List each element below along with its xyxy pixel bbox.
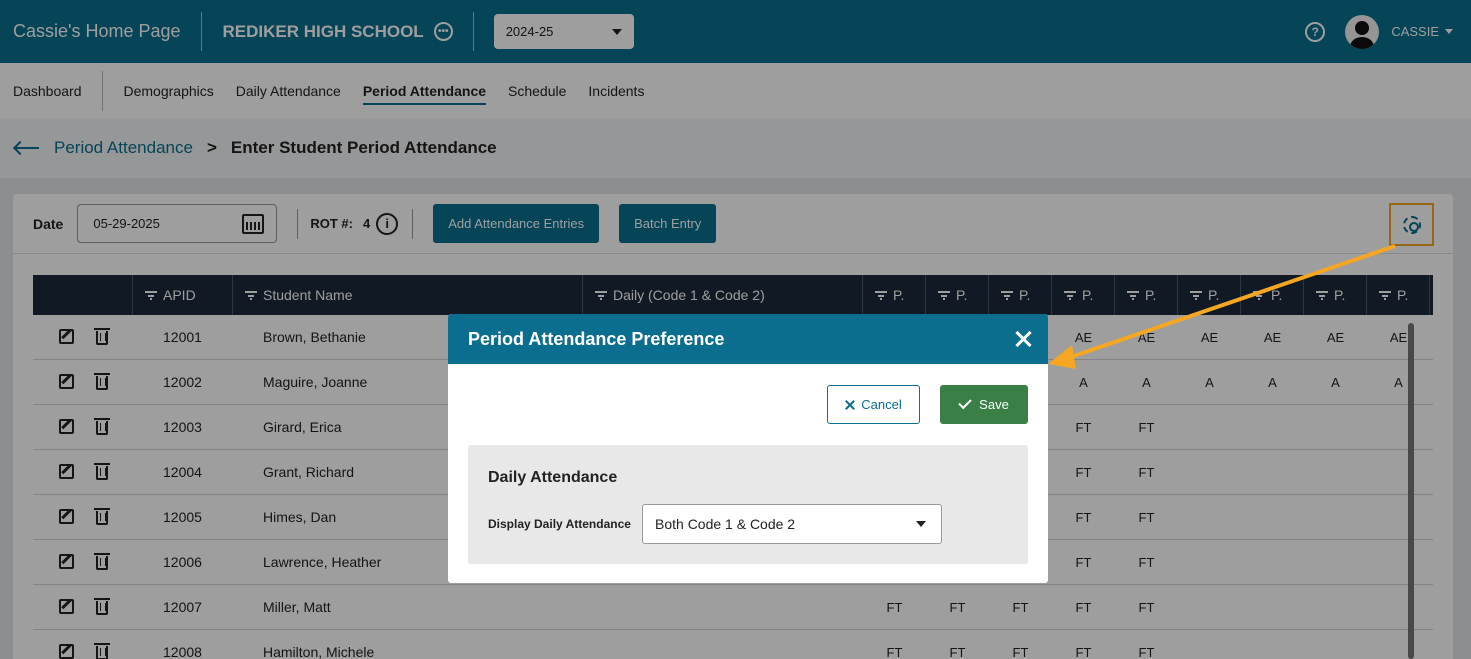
close-icon[interactable]	[1014, 330, 1032, 348]
display-daily-attendance-label: Display Daily Attendance	[488, 517, 631, 531]
chevron-down-icon	[916, 521, 926, 527]
daily-attendance-section: Daily Attendance Display Daily Attendanc…	[468, 445, 1028, 564]
period-attendance-preference-dialog: Period Attendance Preference Cancel Save…	[448, 314, 1048, 583]
cancel-button[interactable]: Cancel	[827, 385, 920, 424]
save-button[interactable]: Save	[940, 385, 1028, 424]
x-icon	[845, 400, 855, 410]
section-title: Daily Attendance	[488, 469, 618, 486]
display-daily-attendance-select[interactable]: Both Code 1 & Code 2	[642, 504, 942, 544]
display-daily-attendance-value: Both Code 1 & Code 2	[655, 516, 796, 532]
dialog-header: Period Attendance Preference	[448, 314, 1048, 364]
check-icon	[958, 395, 972, 410]
save-label: Save	[979, 397, 1009, 412]
dialog-title: Period Attendance Preference	[468, 328, 725, 349]
dialog-actions: Cancel Save	[827, 385, 1028, 424]
cancel-label: Cancel	[861, 397, 902, 412]
